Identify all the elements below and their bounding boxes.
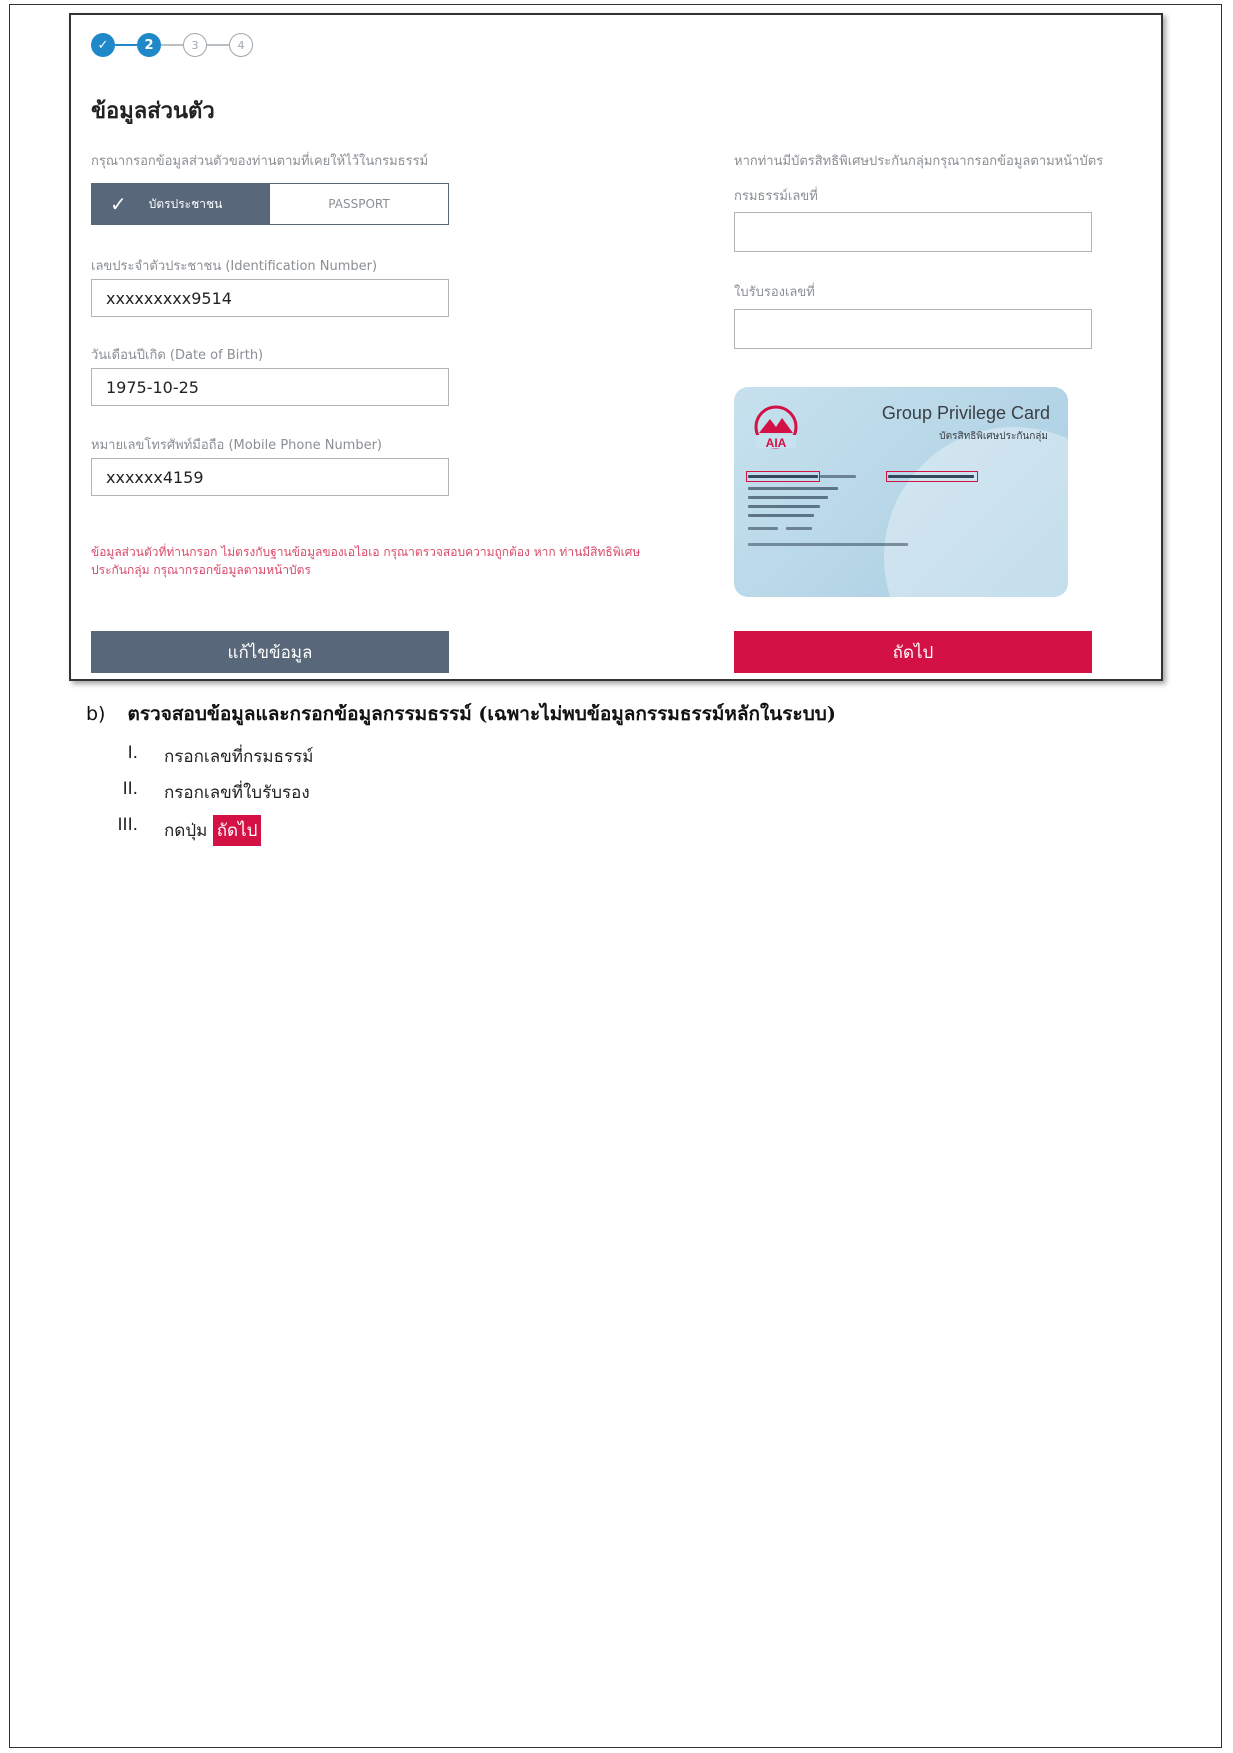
check-icon: ✓: [110, 192, 127, 216]
card-text-line: [748, 496, 828, 499]
item-text: กดปุ่ม: [164, 821, 208, 841]
card-text-line: [820, 475, 856, 478]
next-button[interactable]: ถัดไป: [734, 631, 1092, 673]
certificate-number-input[interactable]: [734, 309, 1092, 349]
progress-stepper: ✓ 2 3 4: [91, 33, 253, 57]
policy-number-input[interactable]: [734, 212, 1092, 252]
mobile-input[interactable]: xxxxxx4159: [91, 458, 449, 496]
step-connector: [161, 44, 183, 46]
next-button-chip: ถัดไป: [212, 815, 262, 846]
error-message: ข้อมูลส่วนตัวที่ท่านกรอก ไม่ตรงกับฐานข้อ…: [91, 545, 641, 577]
card-text-line: [748, 505, 820, 508]
card-text-line: [748, 487, 838, 490]
item-text: กรอกเลขที่กรมธรรม์: [164, 747, 314, 767]
item-text: กรอกเลขที่ใบรับรอง: [164, 783, 310, 803]
step-3: 3: [183, 33, 207, 57]
id-type-toggle: ✓ บัตรประชาชน PASSPORT: [91, 183, 449, 225]
card-text-line: [748, 527, 778, 530]
page-title: ข้อมูลส่วนตัว: [91, 99, 215, 124]
step-connector: [207, 44, 229, 46]
step-4: 4: [229, 33, 253, 57]
policy-number-label: กรมธรรม์เลขที่: [734, 189, 818, 204]
item-number: III.: [117, 815, 138, 835]
card-subtitle: บัตรสิทธิพิเศษประกันกลุ่ม: [939, 431, 1048, 442]
item-number: I.: [127, 743, 138, 763]
toggle-id-card-label: บัตรประชาชน: [148, 196, 223, 211]
id-number-label: เลขประจำตัวประชาชน (Identification Numbe…: [91, 259, 378, 274]
aia-logo-icon: AIA: [754, 405, 798, 450]
toggle-id-card[interactable]: ✓ บัตรประชาชน: [92, 184, 270, 224]
card-wave-decoration: [884, 427, 1068, 597]
item-text-wrapper: กดปุ่ม ถัดไป: [164, 815, 262, 846]
card-brand: AIA: [766, 436, 787, 450]
right-hint: หากท่านมีบัตรสิทธิพิเศษประกันกลุ่มกรุณาก…: [734, 154, 1104, 169]
toggle-passport[interactable]: PASSPORT: [270, 184, 448, 224]
certificate-number-label: ใบรับรองเลขที่: [734, 285, 815, 300]
card-text-line: [748, 543, 908, 546]
certificate-number-highlight: [886, 471, 978, 482]
edit-info-button[interactable]: แก้ไขข้อมูล: [91, 631, 449, 673]
step-2: 2: [137, 33, 161, 57]
id-number-input[interactable]: xxxxxxxxx9514: [91, 279, 449, 317]
instruction-letter: b): [86, 703, 106, 725]
card-title: Group Privilege Card: [881, 403, 1050, 423]
left-hint: กรุณากรอกข้อมูลส่วนตัวของท่านตามที่เคยให…: [91, 154, 429, 169]
instruction-heading: b) ตรวจสอบข้อมูลและกรอกข้อมูลกรรมธรรม์ (เ…: [86, 699, 836, 729]
card-text-line: [748, 514, 814, 517]
dob-label: วันเดือนปีเกิด (Date of Birth): [91, 348, 264, 363]
screenshot-panel: ✓ 2 3 4 ข้อมูลส่วนตัว กรุณากรอกข้อมูลส่ว…: [69, 13, 1163, 681]
card-text-line: [786, 527, 812, 530]
mobile-label: หมายเลขโทรศัพท์มือถือ (Mobile Phone Numb…: [91, 438, 383, 453]
dob-input[interactable]: 1975-10-25: [91, 368, 449, 406]
step-1-check-icon: ✓: [91, 33, 115, 57]
policy-number-highlight: [746, 471, 820, 482]
group-privilege-card-image: AIA Group Privilege Card บัตรสิทธิพิเศษป…: [734, 387, 1068, 597]
instruction-heading-text: ตรวจสอบข้อมูลและกรอกข้อมูลกรรมธรรม์ (เฉพ…: [127, 703, 836, 725]
item-number: II.: [122, 779, 138, 799]
step-connector: [115, 44, 137, 46]
